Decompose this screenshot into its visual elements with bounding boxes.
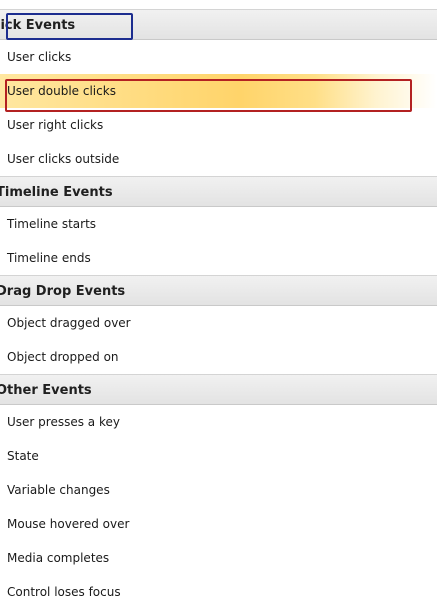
group-header-label: Other Events bbox=[0, 383, 92, 398]
event-item-user-double-clicks[interactable]: User double clicks bbox=[0, 74, 437, 108]
group-header-label: lick Events bbox=[0, 18, 76, 33]
event-item-label: Timeline ends bbox=[7, 251, 91, 265]
event-item-label: User clicks outside bbox=[7, 152, 120, 166]
group-header-label: Drag Drop Events bbox=[0, 284, 126, 299]
event-item-label: User clicks bbox=[7, 50, 72, 64]
event-item-label: User presses a key bbox=[7, 415, 120, 429]
event-item-label: Timeline starts bbox=[7, 217, 97, 231]
group-header-label: Timeline Events bbox=[0, 185, 113, 200]
event-item-object-dropped-on[interactable]: Object dropped on bbox=[0, 340, 437, 374]
event-item-label: Variable changes bbox=[7, 483, 110, 497]
event-item-label: Control loses focus bbox=[7, 585, 121, 599]
event-item-label: Mouse hovered over bbox=[7, 517, 130, 531]
event-item-mouse-hovered-over[interactable]: Mouse hovered over bbox=[0, 507, 437, 541]
clipped-top-strip: ​ bbox=[0, 0, 437, 8]
group-header-click-events[interactable]: lick Events bbox=[0, 9, 437, 40]
event-item-label: User double clicks bbox=[7, 84, 116, 98]
event-item-label: User right clicks bbox=[7, 118, 104, 132]
event-item-label: Object dragged over bbox=[7, 316, 131, 330]
event-item-label: Object dropped on bbox=[7, 350, 119, 364]
event-item-state[interactable]: State bbox=[0, 439, 437, 473]
event-item-label: Media completes bbox=[7, 551, 110, 565]
group-header-drag-drop-events[interactable]: Drag Drop Events bbox=[0, 275, 437, 306]
event-item-label: State bbox=[7, 449, 39, 463]
event-item-control-loses-focus[interactable]: Control loses focus bbox=[0, 575, 437, 609]
event-item-user-right-clicks[interactable]: User right clicks bbox=[0, 108, 437, 142]
event-item-user-presses-a-key[interactable]: User presses a key bbox=[0, 405, 437, 439]
event-item-object-dragged-over[interactable]: Object dragged over bbox=[0, 306, 437, 340]
event-item-user-clicks-outside[interactable]: User clicks outside bbox=[0, 142, 437, 176]
event-item-timeline-starts[interactable]: Timeline starts bbox=[0, 207, 437, 241]
event-item-media-completes[interactable]: Media completes bbox=[0, 541, 437, 575]
group-header-timeline-events[interactable]: Timeline Events bbox=[0, 176, 437, 207]
event-item-user-clicks[interactable]: User clicks bbox=[0, 40, 437, 74]
event-item-variable-changes[interactable]: Variable changes bbox=[0, 473, 437, 507]
group-header-other-events[interactable]: Other Events bbox=[0, 374, 437, 405]
event-list: lick Events User clicks User double clic… bbox=[0, 9, 437, 609]
event-item-timeline-ends[interactable]: Timeline ends bbox=[0, 241, 437, 275]
